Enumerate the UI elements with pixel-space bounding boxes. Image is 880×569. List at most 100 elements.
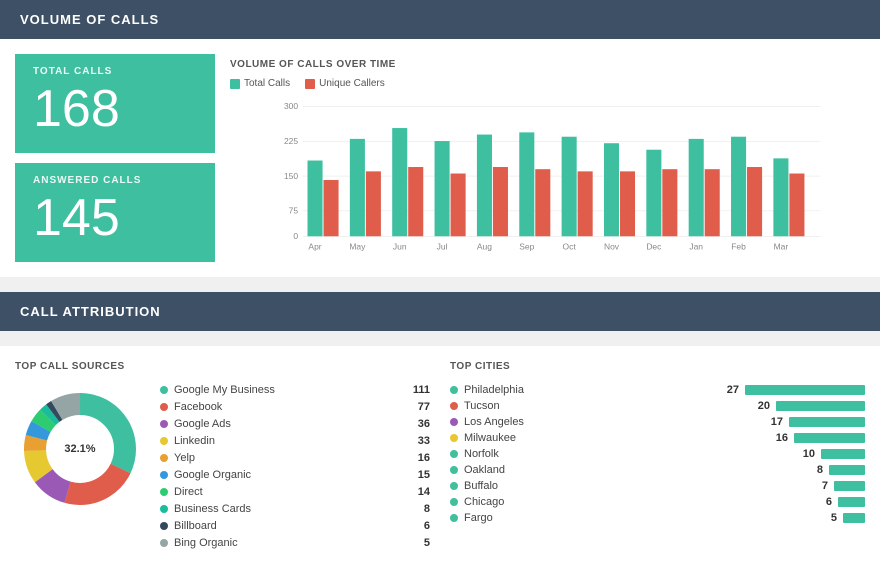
total-calls-value: 168 bbox=[33, 81, 197, 138]
svg-text:Jan: Jan bbox=[689, 241, 703, 251]
city-item: Norfolk 10 bbox=[450, 448, 865, 460]
source-name: Direct bbox=[174, 486, 405, 498]
city-bar bbox=[745, 385, 865, 395]
source-count: 5 bbox=[405, 537, 430, 549]
volume-title: VOLUME OF CALLS bbox=[20, 12, 159, 27]
bar-mar-unique bbox=[789, 174, 804, 237]
svg-text:Sep: Sep bbox=[519, 241, 534, 251]
svg-text:Mar: Mar bbox=[774, 241, 789, 251]
bar-sep-unique bbox=[535, 169, 550, 236]
city-bar bbox=[834, 481, 865, 491]
bar-chart-svg: 300 225 150 75 0 bbox=[230, 97, 865, 257]
bar-aug-total bbox=[477, 135, 492, 237]
city-item: Philadelphia 27 bbox=[450, 384, 865, 396]
city-bar bbox=[789, 417, 865, 427]
total-calls-legend-label: Total Calls bbox=[244, 78, 290, 89]
source-name: Facebook bbox=[174, 401, 405, 413]
volume-chart-area: VOLUME OF CALLS OVER TIME Total Calls Un… bbox=[230, 54, 865, 262]
city-bar bbox=[838, 497, 865, 507]
source-name: Google Organic bbox=[174, 469, 405, 481]
bar-jan-unique bbox=[705, 169, 720, 236]
source-item: Bing Organic 5 bbox=[160, 537, 430, 549]
attribution-header: CALL ATTRIBUTION bbox=[0, 292, 880, 331]
chart-legend: Total Calls Unique Callers bbox=[230, 78, 865, 89]
city-name: Oakland bbox=[464, 464, 797, 476]
city-item: Fargo 5 bbox=[450, 512, 865, 524]
svg-text:0: 0 bbox=[293, 231, 298, 241]
source-name: Google My Business bbox=[174, 384, 405, 396]
city-count: 5 bbox=[817, 512, 837, 524]
source-name: Bing Organic bbox=[174, 537, 405, 549]
source-dot bbox=[160, 488, 168, 496]
city-name: Los Angeles bbox=[464, 416, 757, 428]
bar-dec-total bbox=[646, 150, 661, 237]
stat-cards: TOTAL CALLS 168 ANSWERED CALLS 145 bbox=[15, 54, 215, 262]
bar-may-total bbox=[350, 139, 365, 236]
city-count: 7 bbox=[808, 480, 828, 492]
source-item: Business Cards 8 bbox=[160, 503, 430, 515]
source-name: Google Ads bbox=[174, 418, 405, 430]
source-name: Linkedin bbox=[174, 435, 405, 447]
source-count: 15 bbox=[405, 469, 430, 481]
bar-may-unique bbox=[366, 171, 381, 236]
bar-jun-total bbox=[392, 128, 407, 236]
svg-text:Jul: Jul bbox=[437, 241, 448, 251]
source-count: 14 bbox=[405, 486, 430, 498]
legend-unique-callers: Unique Callers bbox=[305, 78, 385, 89]
source-dot bbox=[160, 420, 168, 428]
city-count: 8 bbox=[803, 464, 823, 476]
city-name: Milwaukee bbox=[464, 432, 762, 444]
source-dot bbox=[160, 522, 168, 530]
cities-panel: TOP CITIES Philadelphia 27 Tucson 20 Los… bbox=[450, 361, 865, 554]
total-calls-legend-dot bbox=[230, 79, 240, 89]
bar-oct-unique bbox=[578, 171, 593, 236]
bar-jul-unique bbox=[451, 174, 466, 237]
source-item: Linkedin 33 bbox=[160, 435, 430, 447]
bar-oct-total bbox=[562, 137, 577, 237]
source-item: Google My Business 111 bbox=[160, 384, 430, 396]
source-count: 77 bbox=[405, 401, 430, 413]
source-name: Yelp bbox=[174, 452, 405, 464]
cities-subtitle: TOP CITIES bbox=[450, 361, 865, 372]
city-dot bbox=[450, 482, 458, 490]
call-sources-panel: TOP CALL SOURCES bbox=[15, 361, 430, 554]
city-dot bbox=[450, 466, 458, 474]
city-dot bbox=[450, 386, 458, 394]
city-name: Chicago bbox=[464, 496, 806, 508]
source-dot bbox=[160, 454, 168, 462]
chart-title: VOLUME OF CALLS OVER TIME bbox=[230, 59, 865, 70]
source-item: Google Ads 36 bbox=[160, 418, 430, 430]
volume-header: VOLUME OF CALLS bbox=[0, 0, 880, 39]
source-dot bbox=[160, 403, 168, 411]
svg-text:Nov: Nov bbox=[604, 241, 620, 251]
bar-jul-total bbox=[435, 141, 450, 236]
sources-list: Google My Business 111 Facebook 77 Googl… bbox=[160, 384, 430, 554]
svg-text:150: 150 bbox=[284, 171, 298, 181]
svg-text:225: 225 bbox=[284, 136, 298, 146]
svg-text:Jun: Jun bbox=[393, 241, 407, 251]
total-calls-label: TOTAL CALLS bbox=[33, 66, 197, 77]
svg-text:32.1%: 32.1% bbox=[64, 443, 95, 455]
source-item: Google Organic 15 bbox=[160, 469, 430, 481]
source-name: Business Cards bbox=[174, 503, 405, 515]
donut-svg: 32.1% bbox=[15, 384, 145, 514]
answered-calls-value: 145 bbox=[33, 190, 197, 247]
city-name: Fargo bbox=[464, 512, 811, 524]
svg-text:Feb: Feb bbox=[731, 241, 746, 251]
attribution-section: CALL ATTRIBUTION TOP CALL SOURCES bbox=[0, 292, 880, 569]
bar-aug-unique bbox=[493, 167, 508, 236]
bar-nov-total bbox=[604, 143, 619, 236]
city-dot bbox=[450, 434, 458, 442]
city-count: 27 bbox=[719, 384, 739, 396]
svg-text:Dec: Dec bbox=[646, 241, 662, 251]
source-name: Billboard bbox=[174, 520, 405, 532]
city-name: Buffalo bbox=[464, 480, 802, 492]
source-item: Facebook 77 bbox=[160, 401, 430, 413]
answered-calls-card: ANSWERED CALLS 145 bbox=[15, 163, 215, 262]
answered-calls-label: ANSWERED CALLS bbox=[33, 175, 197, 186]
bar-jan-total bbox=[689, 139, 704, 236]
unique-callers-legend-label: Unique Callers bbox=[319, 78, 385, 89]
svg-text:Aug: Aug bbox=[477, 241, 492, 251]
city-bar bbox=[829, 465, 865, 475]
donut-chart: 32.1% bbox=[15, 384, 145, 514]
